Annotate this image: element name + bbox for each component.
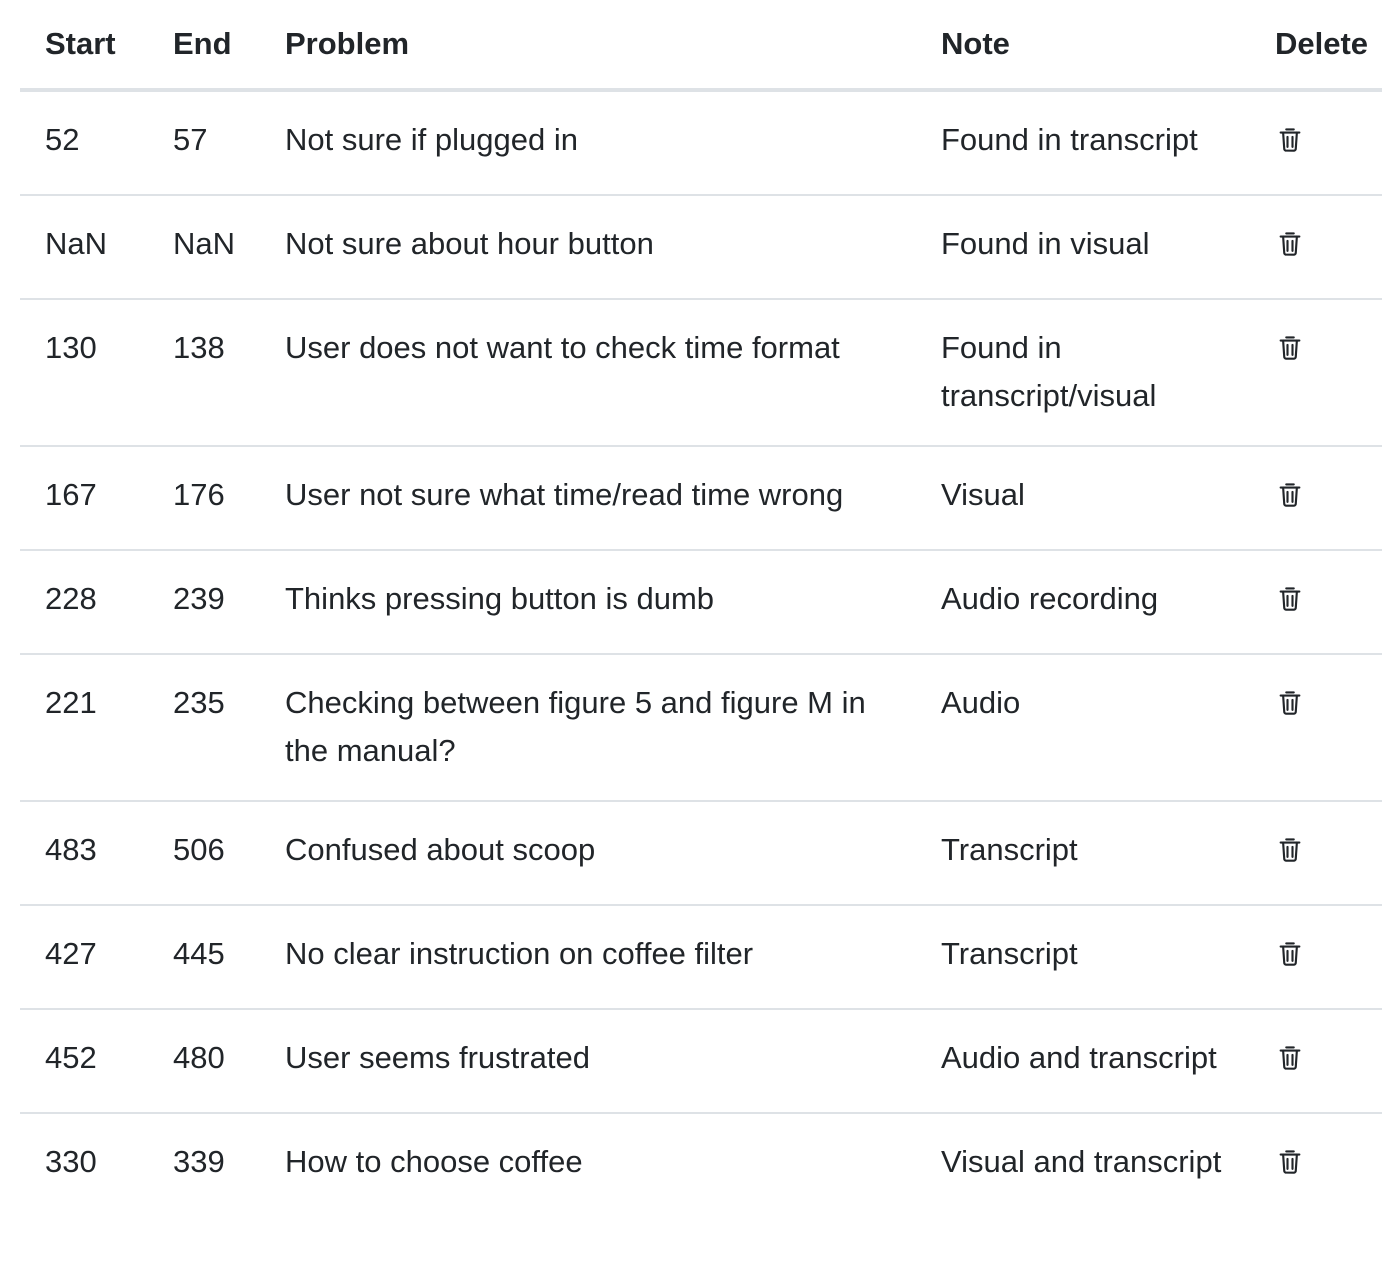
table-row: 221 235 Checking between figure 5 and figu… (20, 654, 1382, 802)
cell-note: Transcript (916, 905, 1250, 1010)
cell-delete (1250, 550, 1382, 655)
cell-delete (1250, 654, 1382, 802)
delete-button[interactable] (1275, 688, 1305, 718)
cell-delete (1250, 1009, 1382, 1114)
table-row: 427 445 No clear instruction on coffee fil… (20, 905, 1382, 1010)
trash-icon (1275, 1147, 1305, 1177)
cell-end: 480 (148, 1009, 260, 1114)
header-note: Note (916, 0, 1250, 92)
table-header: Start End Problem Note Delete (20, 0, 1382, 92)
cell-start: 52 (20, 90, 148, 196)
cell-start: 221 (20, 654, 148, 802)
cell-problem: No clear instruction on coffee filter (260, 905, 916, 1010)
table-row: 228 239 Thinks pressing button is dumb Audi… (20, 550, 1382, 655)
cell-end: 235 (148, 654, 260, 802)
cell-problem: Not sure about hour button (260, 195, 916, 300)
cell-note: Audio (916, 654, 1250, 802)
table-row: 130 138 User does not want to check time f… (20, 299, 1382, 447)
cell-start: 228 (20, 550, 148, 655)
cell-start: 167 (20, 446, 148, 551)
table-row: 167 176 User not sure what time/read time … (20, 446, 1382, 551)
cell-problem: Thinks pressing button is dumb (260, 550, 916, 655)
cell-note: Found in visual (916, 195, 1250, 300)
cell-end: 138 (148, 299, 260, 447)
trash-icon (1275, 229, 1305, 259)
cell-note: Visual (916, 446, 1250, 551)
cell-problem: User seems frustrated (260, 1009, 916, 1114)
delete-button[interactable] (1275, 1147, 1305, 1177)
cell-start: NaN (20, 195, 148, 300)
delete-button[interactable] (1275, 333, 1305, 363)
cell-end: 445 (148, 905, 260, 1010)
header-row: Start End Problem Note Delete (20, 0, 1382, 92)
delete-button[interactable] (1275, 125, 1305, 155)
cell-delete (1250, 801, 1382, 906)
cell-end: 506 (148, 801, 260, 906)
cell-problem: Not sure if plugged in (260, 90, 916, 196)
table-row: 330 339 How to choose coffee Visual and tra… (20, 1113, 1382, 1216)
table-body: 52 57 Not sure if plugged in Found in trans… (20, 90, 1382, 1216)
cell-end: 239 (148, 550, 260, 655)
header-problem: Problem (260, 0, 916, 92)
cell-note: Audio and transcript (916, 1009, 1250, 1114)
cell-end: 339 (173, 1144, 225, 1179)
problems-table-container: Start End Problem Note Delete 52 57 Not su… (20, 0, 1382, 1216)
trash-icon (1275, 480, 1305, 510)
cell-note: Found in transcript (916, 90, 1250, 196)
cell-delete (1250, 1113, 1382, 1216)
cell-note: Visual and transcript (941, 1144, 1222, 1179)
table-row: NaN NaN Not sure about hour button Found in… (20, 195, 1382, 300)
cell-note: Transcript (916, 801, 1250, 906)
cell-problem: Checking between figure 5 and figure M i… (260, 654, 916, 802)
cell-start: 427 (20, 905, 148, 1010)
trash-icon (1275, 584, 1305, 614)
delete-button[interactable] (1275, 584, 1305, 614)
cell-delete (1250, 195, 1382, 300)
cell-note: Found in transcript/visual (916, 299, 1250, 447)
cell-note: Audio recording (916, 550, 1250, 655)
delete-button[interactable] (1275, 480, 1305, 510)
cell-problem: Confused about scoop (260, 801, 916, 906)
trash-icon (1275, 939, 1305, 969)
cell-start: 452 (20, 1009, 148, 1114)
table-row: 452 480 User seems frustrated Audio and tra… (20, 1009, 1382, 1114)
cell-problem: User does not want to check time format (260, 299, 916, 447)
cell-delete (1250, 299, 1382, 447)
delete-button[interactable] (1275, 835, 1305, 865)
delete-button[interactable] (1275, 1043, 1305, 1073)
cell-delete (1250, 905, 1382, 1010)
table-row: 52 57 Not sure if plugged in Found in trans… (20, 90, 1382, 196)
cell-problem: User not sure what time/read time wrong (260, 446, 916, 551)
cell-start: 483 (20, 801, 148, 906)
trash-icon (1275, 125, 1305, 155)
delete-button[interactable] (1275, 939, 1305, 969)
cell-delete (1250, 90, 1382, 196)
cell-start: 330 (45, 1144, 97, 1179)
header-end: End (148, 0, 260, 92)
table-row: 483 506 Confused about scoop Transcript (20, 801, 1382, 906)
trash-icon (1275, 333, 1305, 363)
problems-table: Start End Problem Note Delete 52 57 Not su… (20, 0, 1382, 1216)
trash-icon (1275, 835, 1305, 865)
trash-icon (1275, 688, 1305, 718)
cell-end: NaN (148, 195, 260, 300)
cell-delete (1250, 446, 1382, 551)
header-delete: Delete (1250, 0, 1382, 92)
cell-start: 130 (20, 299, 148, 447)
cell-end: 57 (148, 90, 260, 196)
delete-button[interactable] (1275, 229, 1305, 259)
trash-icon (1275, 1043, 1305, 1073)
cell-end: 176 (148, 446, 260, 551)
header-start: Start (20, 0, 148, 92)
cell-problem: How to choose coffee (285, 1144, 583, 1179)
